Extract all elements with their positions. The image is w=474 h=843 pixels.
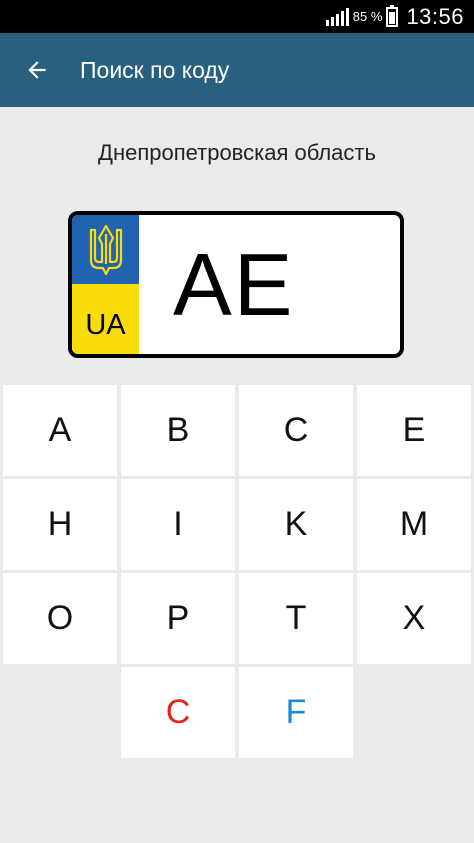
status-clock: 13:56 [406,3,464,29]
key-i[interactable]: I [121,479,235,570]
region-name: Днепропетровская область [98,140,376,165]
status-bar: 85 % 13:56 [0,0,474,33]
key-f-special[interactable]: F [239,667,353,758]
flag-yellow-band: UA [72,284,139,354]
key-m[interactable]: M [357,479,471,570]
country-code: UA [85,309,126,341]
trident-icon [89,224,122,275]
key-a[interactable]: A [3,385,117,476]
license-plate: UA AE [68,211,404,358]
key-x[interactable]: X [357,573,471,664]
plate-flag: UA [72,215,139,354]
battery-percent: 85 % [352,9,383,24]
key-c-special[interactable]: C [121,667,235,758]
plate-region-code: AE [173,234,295,334]
key-o[interactable]: O [3,573,117,664]
flag-blue-band [72,215,139,284]
key-t[interactable]: T [239,573,353,664]
key-p[interactable]: P [121,573,235,664]
key-h[interactable]: H [3,479,117,570]
key-e[interactable]: E [357,385,471,476]
key-k[interactable]: K [239,479,353,570]
back-button[interactable] [0,33,74,107]
signal-bars-icon [325,7,349,26]
battery-icon [386,4,399,27]
app-bar: Поиск по коду [0,33,474,107]
page-title: Поиск по коду [80,56,230,83]
key-b[interactable]: B [121,385,235,476]
key-c[interactable]: C [239,385,353,476]
arrow-left-icon [28,61,46,79]
